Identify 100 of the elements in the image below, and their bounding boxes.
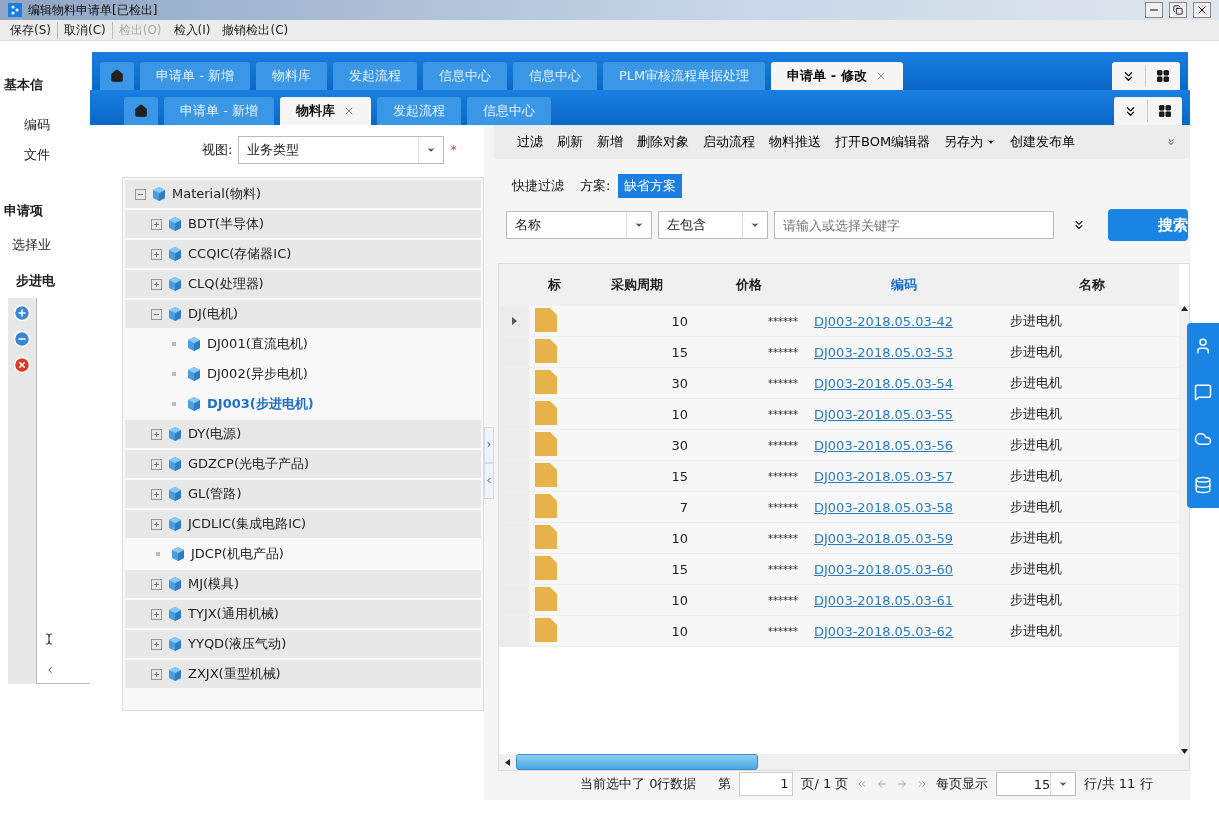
delete-icon[interactable] bbox=[13, 356, 31, 374]
add-icon[interactable] bbox=[13, 304, 31, 322]
table-cell-text: ****** bbox=[767, 470, 799, 482]
expand-icon[interactable] bbox=[151, 218, 162, 230]
tree-item[interactable]: DJ003(步进电机) bbox=[207, 395, 314, 413]
table-cell-text: 步进电机 bbox=[1009, 467, 1063, 485]
code-link[interactable]: DJ003-2018.05.03-54 bbox=[810, 375, 953, 391]
table-cell-text: 步进电机 bbox=[1009, 591, 1063, 609]
chevron-right-icon bbox=[485, 440, 493, 449]
menu-item[interactable]: 保存(S) bbox=[4, 21, 58, 39]
column-header[interactable]: 价格 bbox=[694, 276, 804, 294]
cube-icon bbox=[168, 516, 182, 532]
vertical-scrollbar[interactable] bbox=[1179, 306, 1189, 754]
toolbar-button[interactable]: 刷新 bbox=[550, 133, 590, 151]
toolbar-button[interactable]: 删除对象 bbox=[630, 133, 696, 151]
dropdown-button[interactable]: 另存为 bbox=[937, 133, 1004, 151]
overflow-icon[interactable] bbox=[1166, 137, 1176, 147]
code-link[interactable]: DJ003-2018.05.03-62 bbox=[810, 623, 953, 639]
expand-filter-icon[interactable] bbox=[1072, 218, 1086, 232]
scrollbar-thumb[interactable] bbox=[516, 754, 758, 770]
expand-icon[interactable] bbox=[151, 638, 162, 650]
view-select[interactable]: 业务类型 bbox=[238, 136, 445, 164]
code-link[interactable]: DJ003-2018.05.03-56 bbox=[810, 437, 953, 453]
home-tab[interactable] bbox=[124, 97, 158, 125]
menu-item[interactable]: 取消(C) bbox=[58, 21, 113, 39]
database-icon[interactable] bbox=[1194, 475, 1212, 494]
remove-icon[interactable] bbox=[13, 330, 31, 348]
tree-item[interactable]: GL(管路) bbox=[188, 485, 242, 503]
search-field[interactable]: 请输入或选择关键字 bbox=[774, 211, 1054, 239]
cube-icon bbox=[168, 276, 182, 292]
collapse-icon[interactable] bbox=[135, 188, 146, 200]
toolbar-button[interactable]: 过滤 bbox=[510, 133, 550, 151]
tab[interactable]: 物料库 bbox=[279, 97, 371, 125]
code-link[interactable]: DJ003-2018.05.03-59 bbox=[810, 530, 953, 546]
tree-item[interactable]: BDT(半导体) bbox=[188, 215, 264, 233]
minimize-button[interactable] bbox=[1145, 2, 1163, 18]
tree-item[interactable]: DY(电源) bbox=[188, 425, 242, 443]
collapse-icon[interactable] bbox=[151, 308, 162, 320]
expand-icon[interactable] bbox=[151, 278, 162, 290]
expand-icon[interactable] bbox=[151, 488, 162, 500]
search-button[interactable]: 搜索 bbox=[1108, 209, 1188, 241]
code-link[interactable]: DJ003-2018.05.03-55 bbox=[810, 406, 953, 422]
code-link[interactable]: DJ003-2018.05.03-57 bbox=[810, 468, 953, 484]
expand-icon[interactable] bbox=[151, 458, 162, 470]
toolbar-button[interactable]: 打开BOM编辑器 bbox=[828, 133, 938, 151]
cube-icon bbox=[171, 546, 185, 562]
field-select[interactable]: 名称 bbox=[506, 211, 652, 239]
first-page-icon[interactable] bbox=[856, 778, 869, 790]
tree-item[interactable]: TYJX(通用机械) bbox=[188, 605, 279, 623]
tree-item[interactable]: MJ(模具) bbox=[188, 575, 240, 593]
table-cell-text: ****** bbox=[767, 625, 799, 637]
expand-icon[interactable] bbox=[151, 578, 162, 590]
code-link[interactable]: DJ003-2018.05.03-53 bbox=[810, 344, 953, 360]
tree-item[interactable]: YYQD(液压气动) bbox=[188, 635, 287, 653]
horizontal-scrollbar[interactable] bbox=[499, 754, 1189, 770]
code-link[interactable]: DJ003-2018.05.03-42 bbox=[810, 313, 953, 329]
toolbar-button[interactable]: 创建发布单 bbox=[1003, 133, 1083, 151]
page-count: 页/ 1 页 bbox=[801, 775, 849, 793]
page-field[interactable]: 1 bbox=[739, 772, 794, 796]
operator-select[interactable]: 左包含 bbox=[658, 211, 768, 239]
expand-icon[interactable] bbox=[151, 608, 162, 620]
expand-icon[interactable] bbox=[151, 428, 162, 440]
column-header[interactable]: 名称 bbox=[1004, 276, 1179, 294]
chat-icon[interactable] bbox=[1194, 383, 1212, 402]
expand-icon[interactable] bbox=[151, 248, 162, 260]
expand-icon[interactable] bbox=[151, 668, 162, 680]
menu-item[interactable]: 检入(I) bbox=[167, 21, 217, 39]
code-link[interactable]: DJ003-2018.05.03-60 bbox=[810, 561, 953, 577]
scroll-up-icon[interactable] bbox=[1180, 306, 1188, 311]
cube-icon bbox=[168, 576, 182, 592]
tab[interactable]: 申请单 - 修改 bbox=[771, 62, 903, 90]
cube-icon bbox=[168, 426, 182, 442]
tree-item[interactable]: DJ002(异步电机) bbox=[207, 365, 308, 383]
tree-item[interactable]: JDCP(机电产品) bbox=[191, 545, 284, 563]
column-header[interactable]: 编码 bbox=[804, 276, 1004, 294]
tree-item[interactable]: DJ001(直流电机) bbox=[207, 335, 308, 353]
close-button[interactable] bbox=[1193, 2, 1211, 18]
menu-item[interactable]: 撤销检出(C) bbox=[216, 21, 295, 39]
expand-icon[interactable] bbox=[151, 518, 162, 530]
table-cell-text: 7 bbox=[678, 499, 689, 515]
row-header[interactable] bbox=[499, 306, 529, 336]
toolbar-button[interactable]: 物料推送 bbox=[762, 133, 828, 151]
tree-item[interactable]: Material(物料) bbox=[172, 185, 261, 203]
scheme-tag[interactable]: 缺省方案 bbox=[618, 174, 683, 198]
per-page-select[interactable]: 15 bbox=[996, 772, 1077, 796]
tree-item[interactable]: DJ(电机) bbox=[188, 305, 238, 323]
column-header[interactable]: 标 bbox=[529, 276, 579, 294]
tree-item[interactable]: ZXJX(重型机械) bbox=[188, 665, 281, 683]
column-header[interactable]: 采购周期 bbox=[579, 276, 694, 294]
code-link[interactable]: DJ003-2018.05.03-58 bbox=[810, 499, 953, 515]
code-link[interactable]: DJ003-2018.05.03-61 bbox=[810, 592, 953, 608]
assistant-icon[interactable] bbox=[1194, 337, 1212, 356]
home-tab[interactable] bbox=[100, 62, 134, 90]
tree-item[interactable]: CCQIC(存储器IC) bbox=[188, 245, 292, 263]
restore-button[interactable] bbox=[1169, 2, 1187, 18]
table-cell-text: 步进电机 bbox=[1009, 436, 1063, 454]
toolbar-button[interactable]: 启动流程 bbox=[696, 133, 762, 151]
toolbar-button[interactable]: 新增 bbox=[590, 133, 630, 151]
tree-item[interactable]: CLQ(处理器) bbox=[188, 275, 264, 293]
scroll-left-icon[interactable] bbox=[505, 758, 510, 766]
